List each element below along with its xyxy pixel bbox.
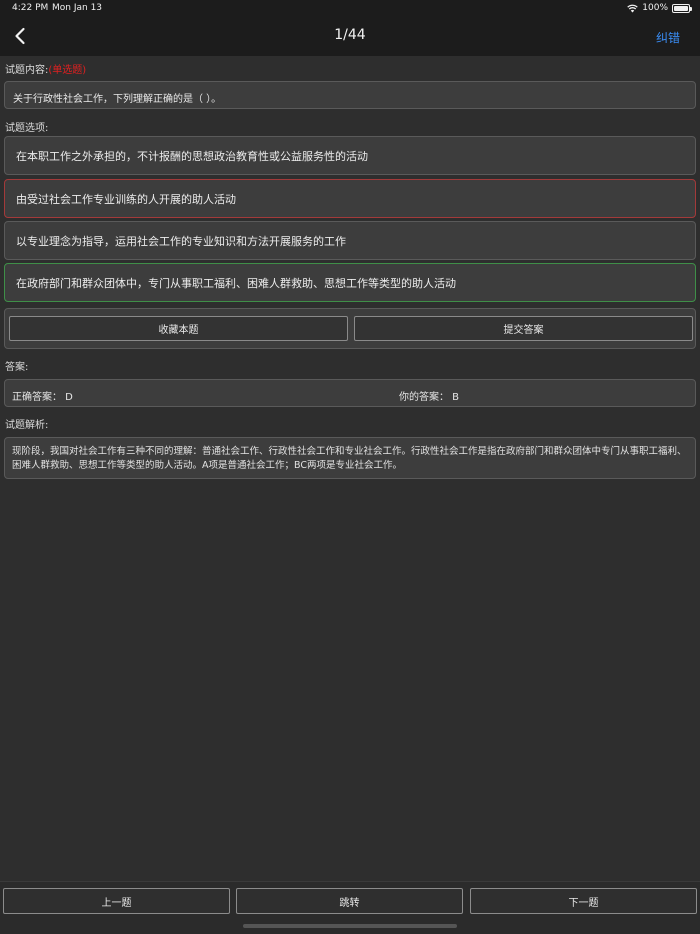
wifi-icon <box>627 4 639 12</box>
answer-box: 正确答案： D 你的答案： B <box>4 379 696 407</box>
previous-question-button[interactable]: 上一题 <box>3 888 230 914</box>
explanation-section-label: 试题解析: <box>5 420 49 431</box>
status-bar: 4:22 PM Mon Jan 13 100% <box>0 0 700 18</box>
report-error-button[interactable]: 纠错 <box>656 29 680 46</box>
battery-icon <box>672 3 692 13</box>
page-title: 1/44 <box>334 27 366 43</box>
question-type-tag: (单选题) <box>48 65 87 76</box>
status-date: Mon Jan 13 <box>52 3 103 13</box>
option-c-text: 以专业理念为指导，运用社会工作的专业知识和方法开展服务的工作 <box>16 234 346 248</box>
action-panel: 收藏本题 提交答案 <box>4 308 696 349</box>
option-a-text: 在本职工作之外承担的，不计报酬的思想政治教育性或公益服务性的活动 <box>16 149 368 163</box>
question-section-label: 试题内容:(单选题) <box>5 61 86 76</box>
option-b-text: 由受过社会工作专业训练的人开展的助人活动 <box>16 192 236 206</box>
options-section-label: 试题选项: <box>5 123 49 134</box>
home-indicator <box>243 924 457 928</box>
option-c[interactable]: 以专业理念为指导，运用社会工作的专业知识和方法开展服务的工作 <box>4 221 696 260</box>
favorite-button[interactable]: 收藏本题 <box>9 316 348 341</box>
navigation-bar: 1/44 纠错 <box>0 18 700 56</box>
status-time: 4:22 PM <box>12 3 49 13</box>
next-question-button[interactable]: 下一题 <box>470 888 697 914</box>
option-b[interactable]: 由受过社会工作专业训练的人开展的助人活动 <box>4 179 696 218</box>
battery-percent: 100% <box>642 3 668 13</box>
question-label: 试题内容: <box>5 65 49 76</box>
answer-section-label: 答案: <box>5 362 29 373</box>
option-d-text: 在政府部门和群众团体中，专门从事职工福利、困难人群救助、思想工作等类型的助人活动 <box>16 276 456 290</box>
correct-answer: 正确答案： D <box>12 392 73 403</box>
battery-fill <box>674 5 688 11</box>
submit-answer-button[interactable]: 提交答案 <box>354 316 693 341</box>
option-d[interactable]: 在政府部门和群众团体中，专门从事职工福利、困难人群救助、思想工作等类型的助人活动 <box>4 263 696 302</box>
option-a[interactable]: 在本职工作之外承担的，不计报酬的思想政治教育性或公益服务性的活动 <box>4 136 696 175</box>
explanation-text: 现阶段，我国对社会工作有三种不同的理解：普通社会工作、行政性社会工作和专业社会工… <box>4 437 696 479</box>
your-answer: 你的答案： B <box>399 392 460 403</box>
jump-button[interactable]: 跳转 <box>236 888 463 914</box>
question-text: 关于行政性社会工作，下列理解正确的是（ ）。 <box>4 81 696 109</box>
status-right: 100% <box>627 3 692 13</box>
